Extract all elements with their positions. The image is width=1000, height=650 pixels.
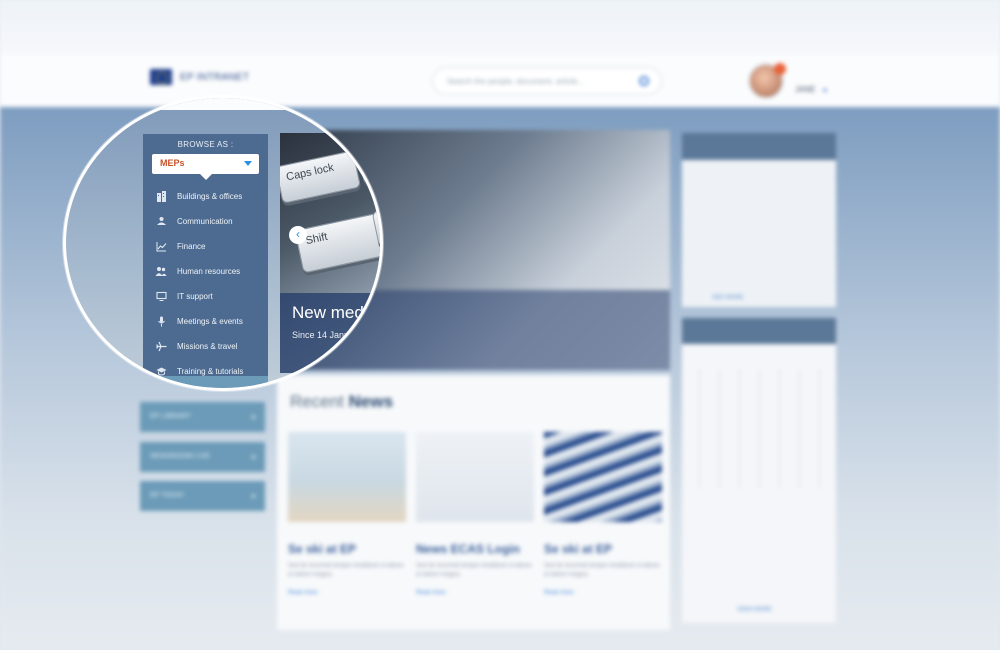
view-more-link[interactable]: VIEW MORE: [737, 607, 772, 613]
left-link-newsroom[interactable]: NEWSROOM LIVE: [140, 442, 265, 472]
news-card-image: [544, 432, 662, 522]
read-more-link[interactable]: Read more: [416, 590, 534, 596]
menu-item-it-support[interactable]: IT support: [143, 284, 268, 309]
menu-item-label: IT support: [177, 292, 213, 301]
menu-item-label: Human resources: [177, 267, 241, 276]
keyboard-key-shift: Shift: [294, 212, 380, 274]
finance-chart-icon: [155, 241, 167, 253]
hero-subtitle: Since 14 January ... Lorem ipsum dolor s…: [292, 330, 380, 340]
news-card-image: [416, 432, 534, 522]
lens-header: [66, 98, 380, 110]
select-pointer: [200, 174, 212, 180]
keyboard-key-a: A: [356, 139, 380, 185]
user-name[interactable]: JANE: [795, 85, 815, 94]
left-link-library[interactable]: EP LIBRARY: [140, 402, 265, 432]
menu-item-label: Training & tutorials: [177, 367, 244, 376]
news-card[interactable]: Se ski at EP Sed do eiusmod tempor incid…: [544, 432, 662, 596]
browse-as-select[interactable]: MEPs: [152, 154, 259, 174]
site-logo[interactable]: EP INTRANET: [150, 69, 249, 85]
building-icon: [155, 191, 167, 203]
browse-selected-value: MEPs: [160, 158, 185, 168]
widget-header: [682, 318, 836, 344]
menu-item-label: Buildings & offices: [177, 192, 243, 201]
menu-item-finance[interactable]: Finance: [143, 234, 268, 259]
calendar-grid[interactable]: [690, 370, 830, 488]
menu-item-buildings[interactable]: Buildings & offices: [143, 184, 268, 209]
magnifier-lens: EP INTRANET BROWSE AS : MEPs Buildings &…: [63, 95, 383, 391]
news-heading-bold: News: [348, 392, 394, 411]
widget-header: [682, 133, 836, 160]
microphone-icon: [155, 316, 167, 328]
news-card-text: Sed do eiusmod tempor incididunt ut labo…: [288, 563, 404, 578]
right-widget-top: SEE MORE: [682, 133, 836, 307]
news-heading: Recent News: [290, 392, 393, 412]
menu-item-communication[interactable]: Communication: [143, 209, 268, 234]
news-card[interactable]: Se ski at EP Sed do eiusmod tempor incid…: [288, 432, 406, 596]
news-card[interactable]: News ECAS Login Sed do eiusmod tempor in…: [416, 432, 534, 596]
read-more-link[interactable]: Read more: [544, 590, 662, 596]
monitor-icon: [155, 291, 167, 303]
logo-text: EP INTRANET: [180, 71, 250, 83]
read-more-link[interactable]: Read more: [288, 590, 406, 596]
menu-item-meetings[interactable]: Meetings & events: [143, 309, 268, 334]
people-icon: [155, 266, 167, 278]
news-card-text: Sed do eiusmod tempor incididunt ut labo…: [544, 563, 660, 578]
hero-title[interactable]: New medical model: [292, 303, 380, 323]
news-heading-light: Recent: [290, 392, 344, 411]
hero-slider[interactable]: Caps lock Shift A > ‹ New medical model …: [280, 133, 380, 373]
news-card-image: [288, 432, 406, 522]
communication-icon: [155, 216, 167, 228]
eu-flag-icon: [150, 69, 172, 85]
browse-menu: Buildings & offices Communication Financ…: [143, 184, 268, 384]
slider-prev-button[interactable]: ‹: [289, 226, 307, 244]
chevron-down-icon[interactable]: ▾: [823, 86, 827, 95]
see-more-button[interactable]: SEE MORE: [712, 295, 836, 301]
notification-badge[interactable]: [774, 63, 786, 75]
news-card-text: Sed do eiusmod tempor incididunt ut labo…: [416, 563, 532, 578]
browse-label: BROWSE AS :: [177, 140, 234, 149]
caret-down-icon[interactable]: [244, 161, 252, 166]
airplane-icon: [155, 341, 167, 353]
left-link-today[interactable]: EP TODAY: [140, 481, 265, 511]
search-placeholder: Search the people, document, article...: [447, 77, 584, 86]
lens-content: EP INTRANET BROWSE AS : MEPs Buildings &…: [66, 98, 380, 388]
browser-top-strip: [0, 0, 1000, 55]
menu-item-missions[interactable]: Missions & travel: [143, 334, 268, 359]
news-card-title[interactable]: Se ski at EP: [544, 542, 662, 556]
search-input[interactable]: Search the people, document, article...: [432, 67, 662, 95]
keyboard-key-capslock: Caps lock: [280, 150, 362, 204]
menu-item-human-resources[interactable]: Human resources: [143, 259, 268, 284]
menu-item-label: Finance: [177, 242, 206, 251]
menu-item-label: Communication: [177, 217, 233, 226]
menu-item-label: Meetings & events: [177, 317, 243, 326]
news-card-title[interactable]: Se ski at EP: [288, 542, 406, 556]
browse-panel: BROWSE AS : MEPs Buildings & offices Com…: [143, 134, 268, 386]
menu-item-label: Missions & travel: [177, 342, 238, 351]
news-card-title[interactable]: News ECAS Login: [416, 542, 534, 556]
search-icon[interactable]: [639, 76, 649, 86]
